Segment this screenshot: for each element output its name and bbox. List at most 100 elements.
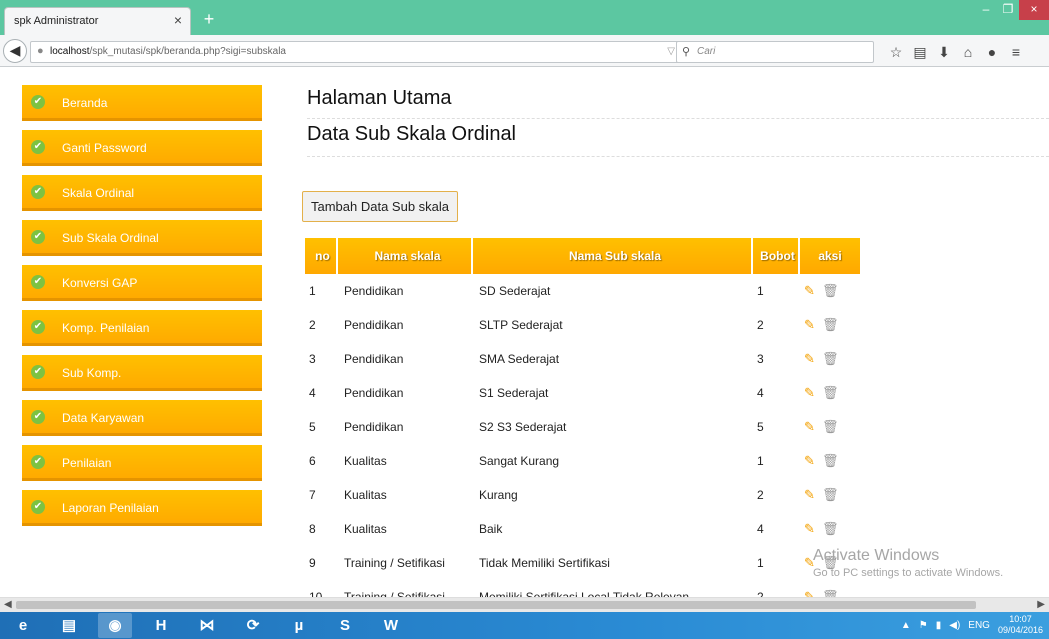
check-icon: ✔ xyxy=(31,185,45,199)
system-tray: ▲ ⚑ ▮ ◀) ENG 10:07 09/04/2016 xyxy=(901,614,1043,636)
edit-pencil-icon[interactable]: ✎ xyxy=(804,351,822,367)
utorrent-icon[interactable]: µ xyxy=(282,613,316,638)
edit-pencil-icon[interactable]: ✎ xyxy=(804,521,822,537)
delete-trash-icon[interactable]: 🗑 xyxy=(822,419,840,435)
cell-aksi: ✎ 🗑 xyxy=(800,376,862,410)
main-panel: Halaman Utama Data Sub Skala Ordinal Tam… xyxy=(302,87,1049,597)
cell-bobot: 5 xyxy=(757,420,764,434)
new-tab-button[interactable]: + xyxy=(198,9,220,31)
cell-no: 5 xyxy=(309,420,316,434)
cell-skala: Kualitas xyxy=(344,454,387,468)
delete-trash-icon[interactable]: 🗑 xyxy=(822,521,840,537)
sidebar-item-sub-komp[interactable]: ✔ Sub Komp. xyxy=(22,355,262,391)
home-icon[interactable]: ⌂ xyxy=(956,42,980,62)
browser-toolbar: ☆ ▤ ⬇ ⌂ ● ≡ xyxy=(884,42,1028,62)
cell-no: 4 xyxy=(309,386,316,400)
sidebar-item-penilaian[interactable]: ✔ Penilaian xyxy=(22,445,262,481)
delete-trash-icon[interactable]: 🗑 xyxy=(822,351,840,367)
tray-expand-icon[interactable]: ▲ xyxy=(901,620,911,631)
tab-close-icon[interactable]: × xyxy=(174,12,182,28)
sidebar-item-konversi-gap[interactable]: ✔ Konversi GAP xyxy=(22,265,262,301)
url-bar[interactable]: ● localhost/spk_mutasi/spk/beranda.php?s… xyxy=(30,41,702,63)
back-arrow-icon: ◀ xyxy=(9,42,21,58)
check-icon: ✔ xyxy=(31,455,45,469)
column-header-no: no xyxy=(305,238,338,274)
visual-studio-icon[interactable]: ⋈ xyxy=(190,613,224,638)
sub-skala-table: no Nama skala Nama Sub skala Bobot aksi … xyxy=(305,238,862,597)
edit-pencil-icon[interactable]: ✎ xyxy=(804,317,822,333)
sidebar-item-label: Sub Skala Ordinal xyxy=(62,231,159,245)
table-header-row: no Nama skala Nama Sub skala Bobot aksi xyxy=(305,238,862,274)
sidebar-item-data-karyawan[interactable]: ✔ Data Karyawan xyxy=(22,400,262,436)
cell-sub-skala: SMA Sederajat xyxy=(479,352,560,366)
browser-tab[interactable]: spk Administrator × xyxy=(4,7,191,35)
column-header-bobot: Bobot xyxy=(753,238,800,274)
delete-trash-icon[interactable]: 🗑 xyxy=(822,453,840,469)
cell-sub-skala: Baik xyxy=(479,522,503,536)
download-icon[interactable]: ⬇ xyxy=(932,42,956,62)
internet-explorer-icon[interactable]: e xyxy=(6,613,40,638)
edit-pencil-icon[interactable]: ✎ xyxy=(804,419,822,435)
sync-app-icon[interactable]: ⟳ xyxy=(236,613,270,638)
edit-pencil-icon[interactable]: ✎ xyxy=(804,589,822,597)
delete-trash-icon[interactable]: 🗑 xyxy=(822,385,840,401)
menu-icon[interactable]: ≡ xyxy=(1004,42,1028,62)
edit-pencil-icon[interactable]: ✎ xyxy=(804,487,822,503)
bookmark-star-icon[interactable]: ☆ xyxy=(884,42,908,62)
chat-icon[interactable]: ● xyxy=(980,42,1004,62)
cell-bobot: 2 xyxy=(757,318,764,332)
url-dropdown-icon[interactable]: ▽ xyxy=(667,46,675,57)
cell-no: 10 xyxy=(309,590,323,597)
reading-list-icon[interactable]: ▤ xyxy=(908,42,932,62)
volume-icon[interactable]: ◀) xyxy=(949,620,960,631)
horizontal-scrollbar[interactable]: ◀ ▶ xyxy=(0,597,1049,612)
check-icon: ✔ xyxy=(31,230,45,244)
sidebar-item-beranda[interactable]: ✔ Beranda xyxy=(22,85,262,121)
sidebar-item-ganti-password[interactable]: ✔ Ganti Password xyxy=(22,130,262,166)
check-icon: ✔ xyxy=(31,95,45,109)
minimize-button[interactable]: – xyxy=(975,0,997,20)
scroll-thumb[interactable] xyxy=(16,601,976,609)
table-row: 10 Training / Setifikasi Memiliki Sertifik… xyxy=(305,580,862,597)
maximize-button[interactable]: ❐ xyxy=(997,0,1019,20)
skype-icon[interactable]: S xyxy=(328,613,362,638)
edit-pencil-icon[interactable]: ✎ xyxy=(804,385,822,401)
search-bar[interactable]: ⚲ Cari xyxy=(676,41,874,63)
delete-trash-icon[interactable]: 🗑 xyxy=(822,589,840,597)
cell-no: 1 xyxy=(309,284,316,298)
cell-no: 6 xyxy=(309,454,316,468)
sidebar-item-laporan-penilaian[interactable]: ✔ Laporan Penilaian xyxy=(22,490,262,526)
sidebar-item-label: Konversi GAP xyxy=(62,276,138,290)
file-explorer-icon[interactable]: ▤ xyxy=(52,613,86,638)
language-indicator[interactable]: ENG xyxy=(968,620,990,631)
watermark-title: Activate Windows xyxy=(813,547,940,564)
scroll-left-icon[interactable]: ◀ xyxy=(4,599,12,610)
search-placeholder: Cari xyxy=(697,46,716,57)
column-header-nama-sub-skala: Nama Sub skala xyxy=(473,238,753,274)
firefox-icon[interactable]: ◉ xyxy=(98,613,132,638)
flag-icon[interactable]: ⚑ xyxy=(919,620,928,631)
cell-no: 7 xyxy=(309,488,316,502)
clock[interactable]: 10:07 09/04/2016 xyxy=(998,614,1043,636)
add-sub-skala-button[interactable]: Tambah Data Sub skala xyxy=(302,191,459,222)
column-header-aksi: aksi xyxy=(800,238,862,274)
sidebar-item-komp-penilaian[interactable]: ✔ Komp. Penilaian xyxy=(22,310,262,346)
sidebar-item-skala-ordinal[interactable]: ✔ Skala Ordinal xyxy=(22,175,262,211)
sidebar-item-sub-skala-ordinal[interactable]: ✔ Sub Skala Ordinal xyxy=(22,220,262,256)
browser-navbar: ◀ ● localhost/spk_mutasi/spk/beranda.php… xyxy=(0,35,1049,67)
heidisql-icon[interactable]: H xyxy=(144,613,178,638)
clock-time: 10:07 xyxy=(1009,614,1032,624)
network-icon[interactable]: ▮ xyxy=(936,620,942,631)
sidebar-item-label: Ganti Password xyxy=(62,141,147,155)
delete-trash-icon[interactable]: 🗑 xyxy=(822,317,840,333)
back-button[interactable]: ◀ xyxy=(3,39,27,63)
table-body: 1 Pendidikan SD Sederajat 1 ✎ 🗑 2 Pendidikan SL… xyxy=(305,274,862,597)
edit-pencil-icon[interactable]: ✎ xyxy=(804,283,822,299)
site-info-icon[interactable]: ● xyxy=(37,45,44,57)
word-icon[interactable]: W xyxy=(374,613,408,638)
scroll-right-icon[interactable]: ▶ xyxy=(1037,599,1045,610)
edit-pencil-icon[interactable]: ✎ xyxy=(804,453,822,469)
delete-trash-icon[interactable]: 🗑 xyxy=(822,283,840,299)
close-window-button[interactable]: × xyxy=(1019,0,1049,20)
delete-trash-icon[interactable]: 🗑 xyxy=(822,487,840,503)
